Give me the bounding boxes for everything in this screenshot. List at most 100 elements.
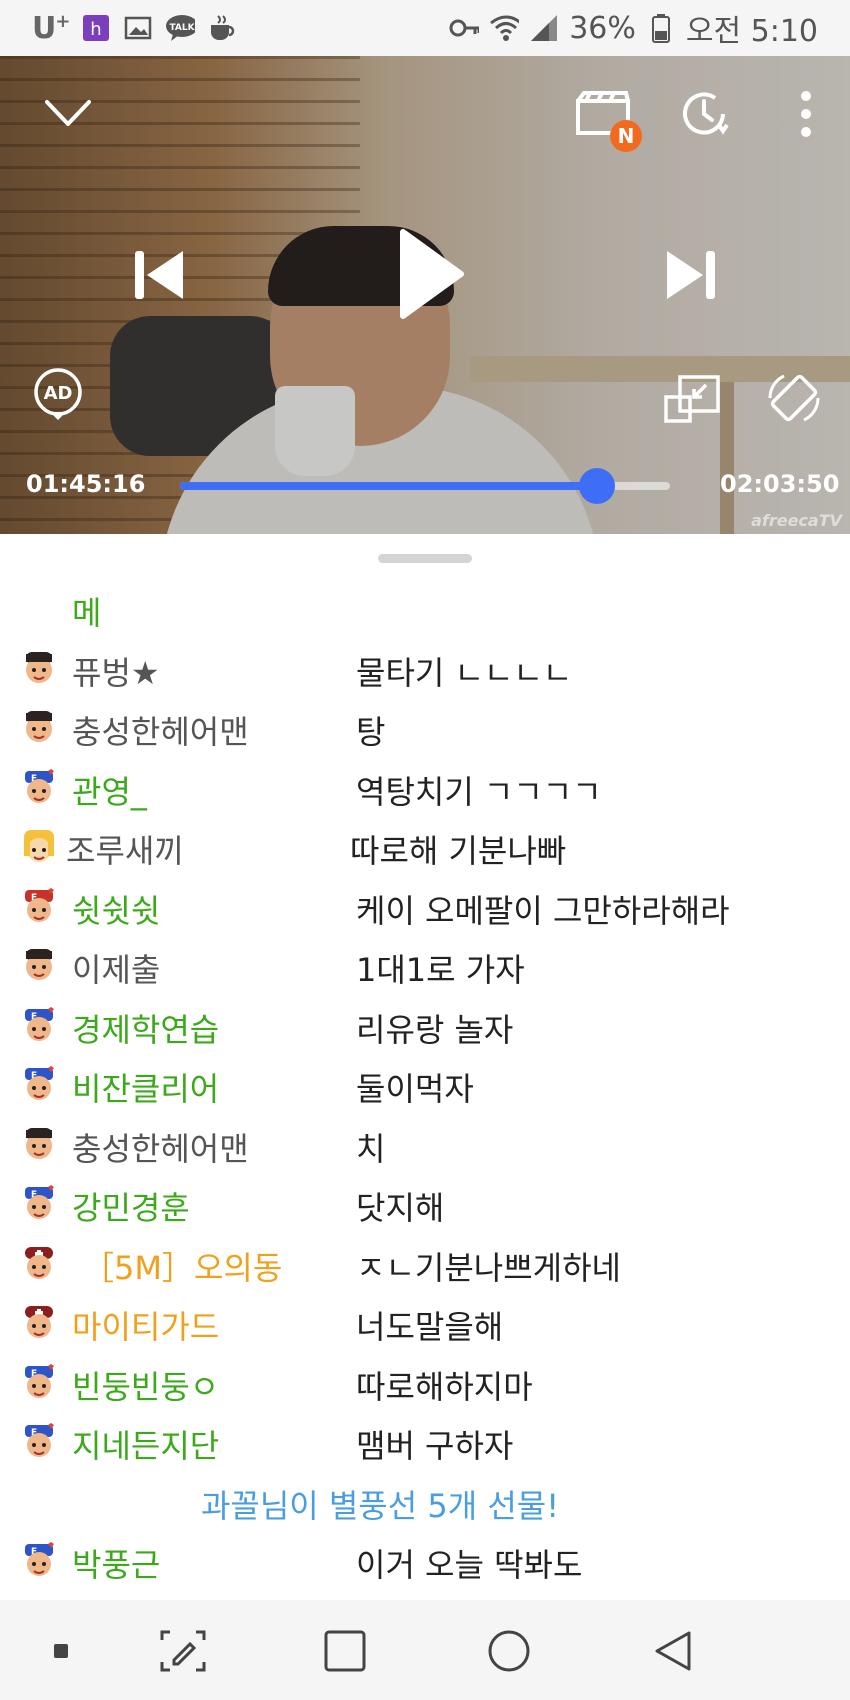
chat-nickname[interactable]: 이제출 — [72, 945, 160, 991]
seek-bar-progress — [180, 482, 597, 490]
chat-message-text: 치 — [356, 1129, 386, 1168]
chat-nickname[interactable]: 박풍근 — [72, 1540, 160, 1586]
total-time: 02:03:50 — [720, 470, 840, 498]
chat-message-row[interactable]: F 쉿쉿쉿 케이 오메팔이 그만하라해라 — [0, 878, 850, 938]
chat-message-text: ㅈㄴ기분나쁘게하네 — [356, 1248, 621, 1287]
status-bar: U+ h TALK 36% 오전 5:10 — [0, 0, 850, 56]
app-notification-icon: h — [81, 13, 111, 43]
chat-nickname[interactable]: 조루새끼 — [66, 826, 184, 872]
fan-avatar-icon[interactable]: F — [20, 1066, 58, 1104]
chat-nickname[interactable]: 메 — [72, 588, 101, 634]
chat-nickname[interactable]: 지네든지단 — [72, 1421, 219, 1467]
default-avatar-icon[interactable] — [20, 709, 58, 747]
chat-nickname[interactable]: 경제학연습 — [72, 1005, 219, 1051]
chat-message-row[interactable]: F 빈둥빈둥ㅇ 따로해하지마 — [0, 1354, 850, 1414]
chat-message-row[interactable]: F 비잔클리어 둘이먹자 — [0, 1056, 850, 1116]
next-track-icon[interactable] — [658, 240, 724, 310]
clock: 오전 5:10 — [685, 14, 818, 49]
chat-message-text: 역탕치기 ㄱㄱㄱㄱ — [356, 772, 602, 811]
battery-icon — [646, 13, 676, 43]
current-time: 01:45:16 — [26, 470, 146, 498]
gift-notice-row: 과꼴님이 별풍선 5개 선물! — [0, 1473, 850, 1533]
screen-capture-icon[interactable] — [160, 1628, 206, 1674]
manager-avatar-icon[interactable] — [20, 1304, 58, 1342]
chat-message-text: 둘이먹자 — [356, 1070, 474, 1108]
chat-row-partial: 메 — [0, 580, 850, 640]
key-icon — [449, 13, 480, 43]
chat-message-text: 물타기 ㄴㄴㄴㄴ — [356, 653, 573, 692]
chat-nickname[interactable]: 충성한헤어맨 — [72, 1124, 249, 1170]
fan-avatar-icon[interactable]: F — [20, 1006, 58, 1045]
fan-avatar-icon[interactable]: F — [20, 1423, 58, 1461]
clip-list-button[interactable]: N — [574, 86, 642, 152]
chat-message-row[interactable]: 이제출 1대1로 가자 — [0, 937, 850, 997]
chat-message-row[interactable]: 퓨벙★ 물타기 ㄴㄴㄴㄴ — [0, 640, 850, 700]
chat-message-text: 탕 — [356, 713, 386, 751]
new-badge: N — [610, 120, 642, 152]
chat-message-row[interactable]: F 지네든지단 맴버 구하자 — [0, 1413, 850, 1473]
chat-nickname[interactable]: ［5M］오의동 — [82, 1243, 282, 1289]
fan-avatar-icon[interactable]: F — [20, 1542, 58, 1580]
play-button[interactable] — [390, 224, 470, 324]
chat-message-row[interactable]: F 경제학연습 리유랑 놀자 — [0, 997, 850, 1057]
fan-avatar-icon[interactable]: F — [20, 768, 58, 807]
collapse-chevron-icon[interactable] — [40, 86, 96, 142]
chat-nickname[interactable]: 강민경훈 — [72, 1183, 190, 1229]
more-options-icon[interactable] — [786, 86, 826, 142]
carrier-label: U+ — [32, 10, 70, 46]
fan-avatar-icon[interactable]: F — [20, 1185, 58, 1223]
history-clock-icon[interactable] — [676, 86, 732, 142]
chat-message-text: 이거 오늘 딱봐도 — [356, 1546, 583, 1584]
talk-icon: TALK — [165, 13, 196, 43]
default-avatar-icon[interactable] — [20, 650, 58, 688]
svg-text:h: h — [91, 19, 102, 40]
chat-nickname[interactable]: 빈둥빈둥ㅇ — [72, 1362, 219, 1408]
chat-message-text: 닷지해 — [356, 1189, 445, 1227]
back-icon[interactable] — [650, 1628, 696, 1674]
home-icon[interactable] — [486, 1628, 532, 1674]
chat-message-row[interactable]: F 박풍근 이거 오늘 딱봐도 — [0, 1532, 850, 1592]
navigation-bar — [0, 1600, 850, 1700]
default-avatar-icon[interactable] — [20, 1126, 58, 1164]
chat-message-row[interactable]: F 관영_ 역탕치기 ㄱㄱㄱㄱ — [0, 759, 850, 819]
chat-message-row[interactable]: 충성한헤어맨 치 — [0, 1116, 850, 1176]
rotate-screen-icon[interactable] — [764, 368, 824, 428]
chat-message-text: 케이 오메팔이 그만하라해라 — [356, 891, 730, 930]
chat-message-row[interactable]: 조루새끼 따로해 기분나빠 — [0, 818, 850, 878]
svg-text:TALK: TALK — [170, 23, 196, 33]
audio-description-button[interactable]: AD — [30, 366, 86, 422]
notification-dot-icon[interactable] — [38, 1628, 84, 1674]
yellow-avatar-icon[interactable] — [20, 828, 58, 866]
chat-message-text: 너도말을해 — [356, 1308, 504, 1346]
afreecatv-watermark: afreecaTV — [751, 511, 842, 530]
coffee-icon — [207, 13, 237, 43]
chat-message-text: 따로해하지마 — [356, 1367, 533, 1406]
chat-message-row[interactable]: 마이티가드 너도말을해 — [0, 1294, 850, 1354]
chat-message-row[interactable]: 충성한헤어맨 탕 — [0, 699, 850, 759]
seek-bar-knob[interactable] — [578, 468, 615, 504]
drag-handle[interactable] — [378, 554, 472, 563]
manager-avatar-icon[interactable] — [20, 1245, 58, 1283]
fan-avatar-red-icon[interactable]: F — [20, 887, 58, 926]
chat-message-text: 리유랑 놀자 — [356, 1010, 514, 1049]
chat-nickname[interactable]: 퓨벙★ — [72, 648, 160, 694]
recent-apps-icon[interactable] — [322, 1628, 368, 1674]
chat-list[interactable]: 메퓨벙★ 물타기 ㄴㄴㄴㄴ 충성한헤어맨 탕 F 관영_ 역탕치기 ㄱㄱㄱㄱ 조루새끼 따로해 … — [0, 580, 850, 1600]
wifi-icon — [489, 13, 520, 43]
picture-in-picture-icon[interactable] — [662, 372, 722, 426]
chat-nickname[interactable]: 비잔클리어 — [72, 1064, 219, 1110]
battery-percent: 36% — [569, 10, 636, 46]
video-player[interactable]: N AD 01:45:16 02:03:50 afreecaTV — [0, 56, 850, 534]
previous-track-icon[interactable] — [126, 240, 192, 310]
chat-nickname[interactable]: 관영_ — [72, 767, 147, 813]
chat-message-row[interactable]: F 강민경훈 닷지해 — [0, 1175, 850, 1235]
default-avatar-icon[interactable] — [20, 947, 58, 985]
fan-avatar-icon[interactable]: F — [20, 1363, 58, 1402]
gift-notice-text: 과꼴님이 별풍선 5개 선물! — [200, 1486, 560, 1525]
chat-nickname[interactable]: 충성한헤어맨 — [72, 707, 249, 753]
chat-nickname[interactable]: 마이티가드 — [72, 1302, 219, 1348]
chat-message-row[interactable]: ［5M］오의동 ㅈㄴ기분나쁘게하네 — [0, 1235, 850, 1295]
signal-icon — [529, 13, 559, 43]
seek-bar[interactable] — [180, 468, 670, 504]
chat-nickname[interactable]: 쉿쉿쉿 — [72, 886, 160, 932]
